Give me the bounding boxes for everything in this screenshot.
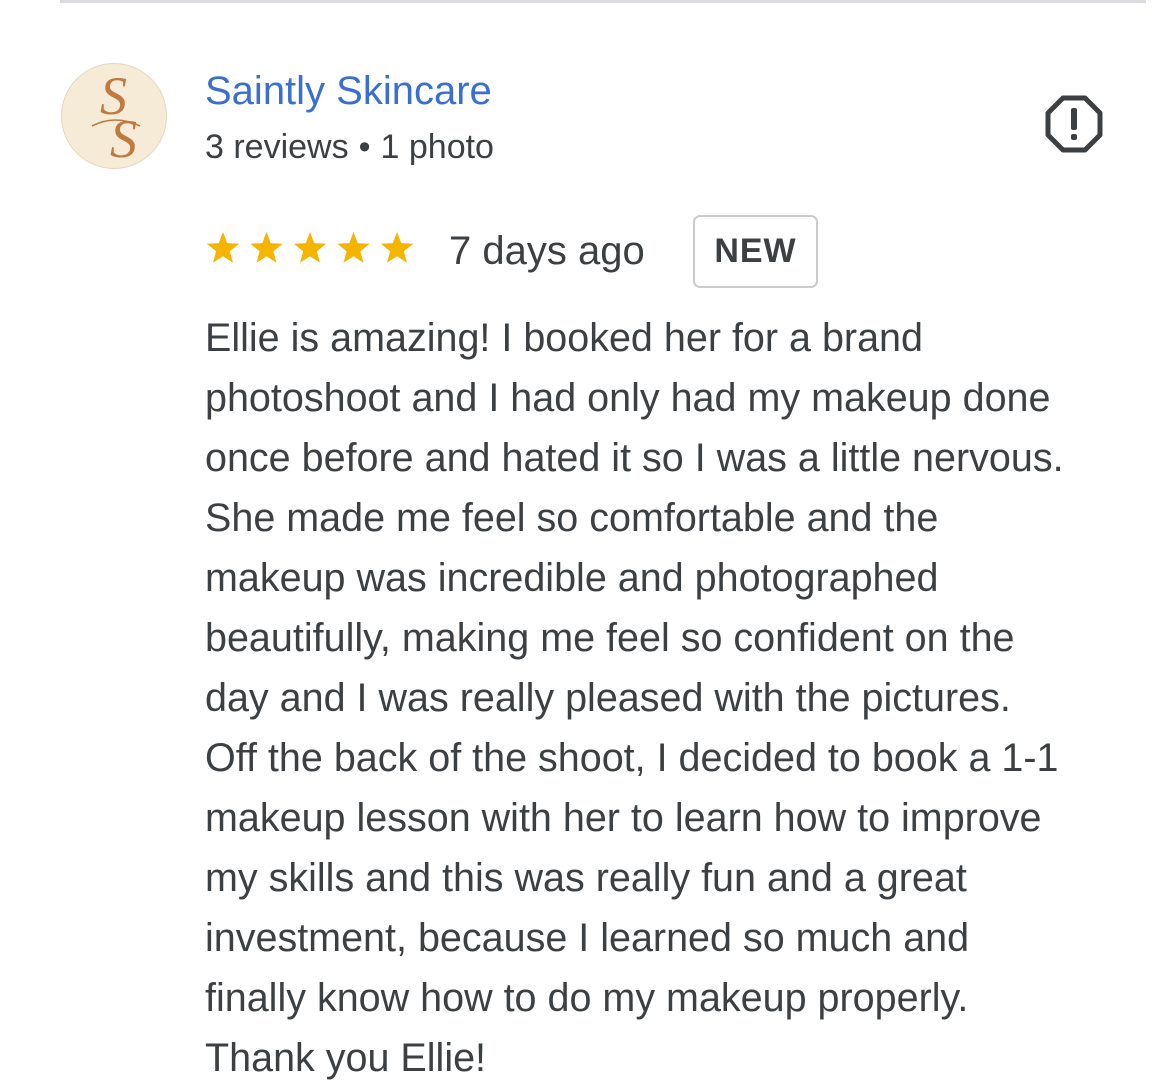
review-text-line: beautifully, making me feel so confident… — [205, 616, 1015, 660]
review-text-line: makeup lesson with her to learn how to i… — [205, 796, 1042, 840]
photos-count: 1 photo — [380, 128, 494, 166]
flag-alert-icon[interactable] — [1045, 95, 1103, 153]
star-icon — [206, 232, 240, 263]
avatar[interactable]: S S — [61, 63, 167, 169]
review-text-line: Ellie is amazing! I booked her for a bra… — [205, 316, 923, 360]
review-text-line: investment, because I learned so much an… — [205, 916, 970, 960]
review-date: 7 days ago — [449, 229, 645, 273]
reviews-count: 3 reviews — [205, 128, 349, 166]
review-text-line: She made me feel so comfortable and the — [205, 496, 939, 540]
review-body: Ellie is amazing! I booked her for a bra… — [205, 308, 1064, 1088]
svg-text:S: S — [110, 109, 137, 169]
star-icon — [250, 232, 283, 263]
author-stats: 3 reviews • 1 photo — [205, 126, 494, 168]
new-badge: NEW — [693, 215, 818, 288]
monogram-logo: S S — [91, 66, 141, 169]
review-text-line: photoshoot and I had only had my makeup … — [205, 376, 1051, 420]
review-text-line: makeup was incredible and photographed — [205, 556, 939, 600]
review-text-line: my skills and this was really fun and a … — [205, 856, 967, 900]
star-rating — [206, 232, 414, 263]
star-icon — [380, 232, 414, 263]
top-divider — [60, 0, 1146, 3]
review-text-line: Off the back of the shoot, I decided to … — [205, 736, 1059, 780]
review-text-line: finally know how to do my makeup properl… — [205, 976, 969, 1020]
separator-dot: • — [358, 128, 371, 166]
star-icon — [293, 232, 327, 263]
author-name-link[interactable]: Saintly Skincare — [205, 68, 492, 114]
review-text-line: once before and hated it so I was a litt… — [205, 436, 1064, 480]
review-text-line: day and I was really pleased with the pi… — [205, 676, 1011, 720]
review-text-line: Thank you Ellie! — [205, 1036, 487, 1080]
star-icon — [337, 232, 370, 263]
